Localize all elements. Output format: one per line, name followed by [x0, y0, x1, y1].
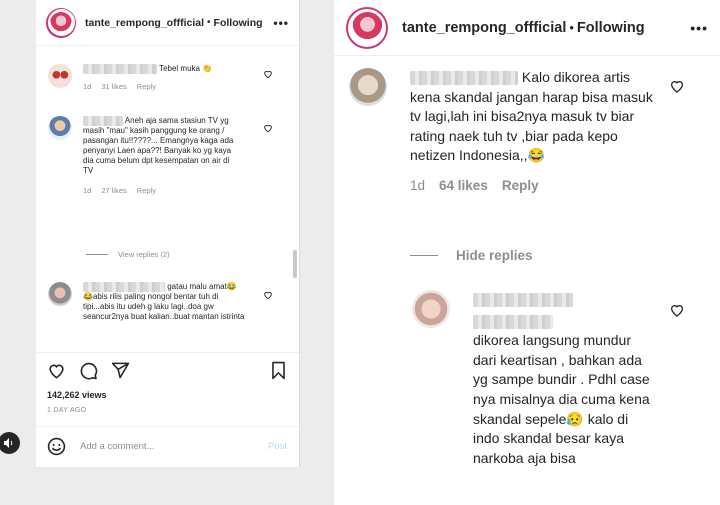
avatar[interactable]: [412, 290, 450, 328]
heart-icon[interactable]: [669, 302, 685, 318]
heart-icon[interactable]: [263, 69, 273, 79]
comment-likes[interactable]: 31 likes: [101, 82, 126, 91]
avatar[interactable]: [48, 116, 72, 140]
reply-button[interactable]: Reply: [137, 82, 156, 91]
post-date[interactable]: 1 DAY AGO: [47, 407, 86, 414]
sound-button[interactable]: [0, 432, 20, 454]
blurred-username[interactable]: [473, 293, 573, 308]
heart-icon[interactable]: [263, 290, 273, 300]
following-button[interactable]: Following: [214, 17, 263, 29]
heart-icon[interactable]: [263, 123, 273, 133]
like-heart-icon[interactable]: [47, 361, 66, 380]
right-post-panel: tante_rempong_offficial • Following ••• …: [334, 0, 720, 505]
comment-icon[interactable]: [79, 361, 98, 380]
bookmark-icon[interactable]: [269, 361, 288, 380]
more-icon[interactable]: •••: [690, 20, 708, 36]
comment-item: Tebel muka 👏 1d 31 likes Reply: [48, 64, 248, 91]
separator-dot: •: [207, 17, 211, 28]
comment-item: Kalo dikorea artis kena skandal jangan h…: [349, 68, 659, 193]
add-comment-input[interactable]: Add a comment...: [80, 441, 154, 452]
reply-button[interactable]: Reply: [137, 186, 156, 195]
avatar[interactable]: [48, 282, 72, 306]
comment-item: gatau malu amat😂 😂abis rilis paling nong…: [48, 282, 248, 344]
avatar[interactable]: [346, 6, 388, 49]
scrollbar[interactable]: [293, 250, 297, 278]
username-link[interactable]: tante_rempong_offficial: [85, 17, 204, 29]
sound-icon: [4, 438, 13, 448]
heart-icon[interactable]: [669, 78, 685, 94]
post-header: tante_rempong_offficial • Following •••: [36, 0, 299, 46]
left-post-panel: tante_rempong_offficial • Following ••• …: [36, 0, 300, 467]
more-icon[interactable]: •••: [273, 16, 289, 30]
blurred-username-line: [473, 314, 553, 329]
comment-text: Tebel muka 👏: [159, 64, 213, 74]
action-bar: 142,262 views 1 DAY AGO: [36, 352, 299, 422]
avatar[interactable]: [46, 7, 76, 38]
username-link[interactable]: tante_rempong_offficial: [402, 20, 566, 36]
reply-button[interactable]: Reply: [502, 178, 539, 193]
post-button[interactable]: Post: [268, 441, 287, 452]
blurred-username[interactable]: [410, 71, 518, 86]
hide-replies-button[interactable]: Hide replies: [410, 248, 533, 263]
comment-time[interactable]: 1d: [410, 178, 425, 193]
avatar[interactable]: [349, 68, 387, 106]
following-button[interactable]: Following: [577, 20, 645, 36]
view-replies-button[interactable]: View replies (2): [86, 250, 170, 259]
avatar[interactable]: [48, 64, 72, 88]
separator-dot: •: [569, 20, 574, 35]
view-replies-label: View replies (2): [118, 250, 170, 259]
hide-replies-label: Hide replies: [456, 248, 533, 263]
comment-time[interactable]: 1d: [83, 186, 91, 195]
share-icon[interactable]: [111, 361, 130, 380]
blurred-username[interactable]: [83, 116, 123, 126]
comment-time[interactable]: 1d: [83, 82, 91, 91]
comment-likes[interactable]: 27 likes: [101, 186, 126, 195]
reply-comment-item: dikorea langsung mundur dari keartisan ,…: [412, 290, 682, 468]
post-header: tante_rempong_offficial • Following •••: [334, 0, 720, 56]
blurred-username[interactable]: [83, 64, 157, 74]
comment-item: Aneh aja sama stasiun TV yg masih "mau" …: [48, 116, 248, 195]
add-comment-bar: Add a comment... Post: [36, 426, 299, 466]
blurred-username[interactable]: [83, 282, 165, 292]
view-count[interactable]: 142,262 views: [47, 390, 107, 400]
emoji-icon[interactable]: [47, 437, 66, 456]
comment-text: dikorea langsung mundur dari keartisan ,…: [473, 332, 650, 466]
comment-likes[interactable]: 64 likes: [439, 178, 488, 193]
